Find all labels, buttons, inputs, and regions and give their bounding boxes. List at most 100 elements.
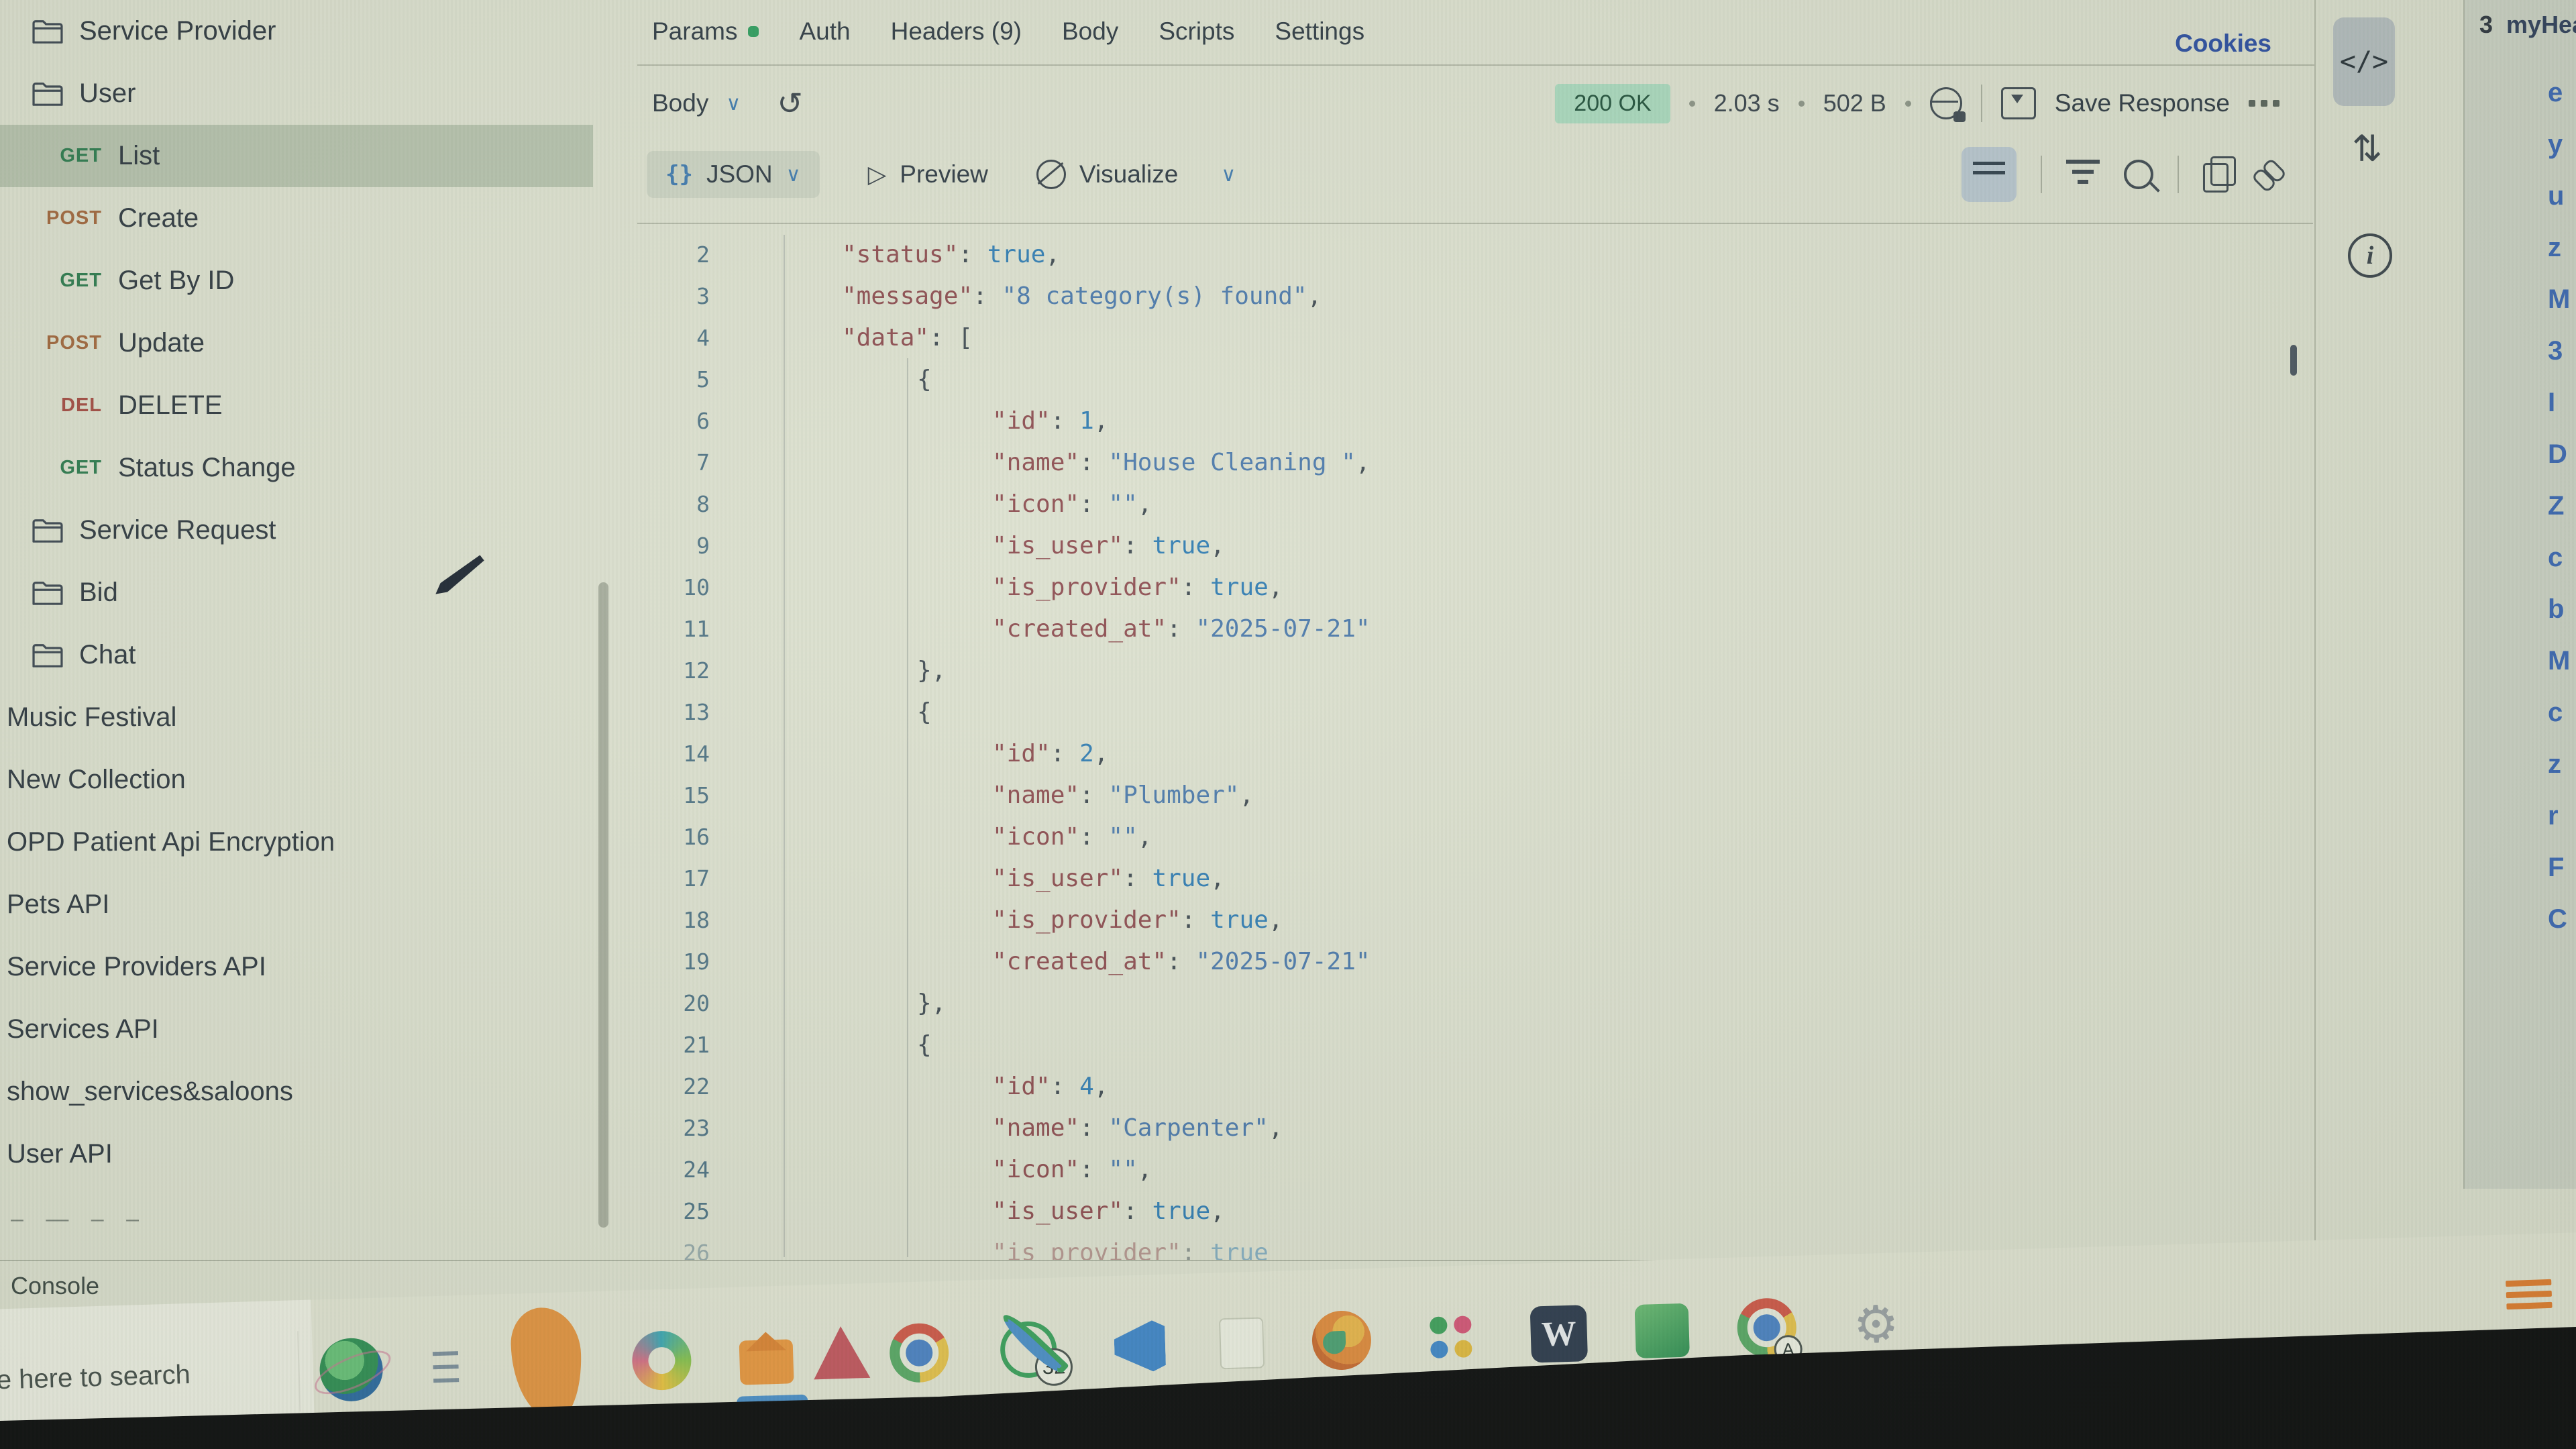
sidebar-item-service-providers-api[interactable]: Service Providers API [0,936,637,998]
line-number: 10 [637,574,738,600]
sidebar-item-services-api[interactable]: Services API [0,998,637,1061]
status-badge: 200 OK [1555,84,1670,123]
header-count: 3 [2479,11,2493,38]
line-number: 4 [637,325,738,351]
sidebar-item-list[interactable]: GETList [0,125,637,187]
line-number: 3 [637,283,738,309]
tab-params[interactable]: Params [652,17,759,46]
app-grid-icon[interactable] [1419,1305,1484,1370]
code-text: "id": 2, [738,740,1108,767]
response-body-editor[interactable]: 2"status": true,3"message": "8 category(… [637,223,2313,1261]
history-icon[interactable]: ↺ [777,85,803,121]
clipped-letter: y [2548,131,2570,158]
chrome-profile-icon[interactable]: A [1736,1297,1797,1358]
clipped-letter: z [2548,751,2570,777]
tab-auth[interactable]: Auth [799,17,850,46]
chevron-down-icon[interactable]: ∨ [1221,163,1236,186]
clipped-letter: C [2548,906,2570,932]
tab-scripts[interactable]: Scripts [1159,17,1234,46]
window-app-icon[interactable] [1219,1317,1265,1369]
background-window-strip: 3myHea eyuzM3IDZcbMczrFC [2463,0,2576,1189]
code-text: { [738,698,932,726]
sidebar-item-status-change[interactable]: GETStatus Change [0,437,637,499]
sidebar-item-get-by-id[interactable]: GETGet By ID [0,250,637,312]
firefox-icon[interactable] [1311,1310,1373,1371]
sidebar-item-service-provider[interactable]: Service Provider [0,0,637,62]
sidebar-item-service-request[interactable]: Service Request [0,499,637,561]
sidebar-item-user-api[interactable]: User API [0,1123,637,1185]
clipped-letter: M [2548,286,2570,313]
vscode-icon[interactable] [1108,1314,1173,1379]
paint-house-icon[interactable] [739,1339,794,1385]
line-number: 22 [637,1073,738,1099]
code-snippet-label: </> [2340,46,2388,77]
sidebar-item-music-festival[interactable]: Music Festival [0,686,637,749]
sidebar-item-opd-patient-api-encryption[interactable]: OPD Patient Api Encryption [0,811,637,873]
line-number: 7 [637,449,738,476]
filter-icon[interactable] [2066,160,2100,189]
people-orange-icon[interactable] [508,1332,585,1397]
edge-browser-icon[interactable] [631,1330,692,1391]
gear-icon[interactable]: ⚙ [1843,1292,1909,1357]
overlay-menu-icon [2506,1279,2553,1315]
cookies-link[interactable]: Cookies [2175,30,2271,58]
editor-scrollbar[interactable] [2290,345,2297,376]
divider [1981,85,1982,122]
badge-count: A [1774,1335,1803,1364]
copy-icon[interactable] [2203,163,2229,193]
green-cube-icon[interactable] [1635,1303,1690,1358]
code-line: 10"is_provider": true, [637,566,2313,608]
sidebar-item-show-services-saloons[interactable]: show_services&saloons [0,1061,637,1123]
preview-tab[interactable]: ▷ Preview [868,160,988,189]
method-badge-get: GET [27,270,102,292]
tab-headers-9[interactable]: Headers (9) [891,17,1022,46]
format-dropdown[interactable]: {} JSON ∨ [647,151,820,198]
wrap-text-icon[interactable] [1962,147,2017,202]
code-line: 4"data": [ [637,317,2313,358]
scroll-arrows-icon[interactable]: ⇅ [2352,127,2382,170]
more-options-icon[interactable] [2249,100,2279,107]
tab-label: Settings [1275,17,1364,46]
chevron-down-icon[interactable]: ∨ [726,92,741,115]
sidebar-item-update[interactable]: POSTUpdate [0,312,637,374]
save-response-button[interactable]: Save Response [2055,89,2230,117]
task-list-icon[interactable] [430,1335,462,1399]
sidebar-item-user[interactable]: User [0,62,637,125]
sidebar-item-new-collection[interactable]: New Collection [0,749,637,811]
line-number: 9 [637,533,738,559]
sidebar-item-chat[interactable]: Chat [0,624,637,686]
sidebar-item-label: Service Providers API [7,952,266,982]
tab-settings[interactable]: Settings [1275,17,1364,46]
code-text: { [738,1031,932,1059]
sidebar-item-pets-api[interactable]: Pets API [0,873,637,936]
sidebar-item-delete[interactable]: DELDELETE [0,374,637,437]
sidebar-item-create[interactable]: POSTCreate [0,187,637,250]
network-lock-icon[interactable] [1930,87,1962,119]
editor-tools [1962,147,2284,202]
sidebar-item-label: show_services&saloons [7,1077,293,1107]
line-number: 14 [637,741,738,767]
response-body-dropdown[interactable]: Body [652,89,708,117]
visualize-tab[interactable]: Visualize [1036,160,1178,189]
earth-icon[interactable] [319,1337,384,1402]
code-snippet-button[interactable]: </> [2333,17,2395,106]
info-icon[interactable]: i [2348,233,2392,278]
braces-icon: {} [665,161,693,188]
whatsapp-icon[interactable]: 32 [996,1317,1061,1382]
sidebar-scrollbar[interactable] [598,582,608,1228]
code-text: "is_user": true, [738,865,1225,892]
code-text: "id": 4, [738,1073,1108,1100]
console-button[interactable]: Console [11,1272,99,1300]
sidebar-item-label: Chat [79,640,136,670]
line-number: 21 [637,1032,738,1058]
link-icon[interactable] [2253,160,2284,189]
word-icon[interactable]: W [1530,1305,1588,1362]
postman-window: Service ProviderUserGETListPOSTCreateGET… [0,0,2576,1449]
line-number: 6 [637,408,738,434]
code-text: "message": "8 category(s) found", [738,282,1322,310]
tab-body[interactable]: Body [1062,17,1118,46]
sidebar-item-bid[interactable]: Bid [0,561,637,624]
unsaved-dot-icon [748,26,759,37]
chrome-icon[interactable] [889,1322,950,1383]
search-icon[interactable] [2124,160,2153,189]
